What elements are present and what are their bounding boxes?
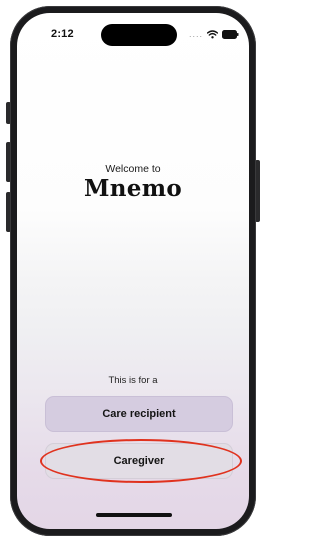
cellular-signal-dots: .... <box>188 29 203 39</box>
care-recipient-label: Care recipient <box>102 408 176 420</box>
dynamic-island <box>101 24 177 46</box>
caregiver-button[interactable]: Caregiver <box>45 443 233 479</box>
battery-icon <box>222 29 239 39</box>
wifi-icon <box>207 29 218 39</box>
app-title: Mnemo <box>84 175 182 202</box>
care-recipient-button[interactable]: Care recipient <box>45 396 233 432</box>
status-icons: .... <box>189 29 239 39</box>
welcome-text: Welcome to <box>105 163 161 175</box>
phone-screen: 2:12 .... Welcome to Mnemo This is for a… <box>17 13 249 529</box>
status-time: 2:12 <box>51 28 74 40</box>
role-prompt: This is for a <box>108 375 158 386</box>
screenshot-stage: 2:12 .... Welcome to Mnemo This is for a… <box>0 0 262 540</box>
caregiver-label: Caregiver <box>113 455 165 467</box>
home-indicator <box>96 513 172 517</box>
status-bar: 2:12 .... <box>17 13 249 57</box>
